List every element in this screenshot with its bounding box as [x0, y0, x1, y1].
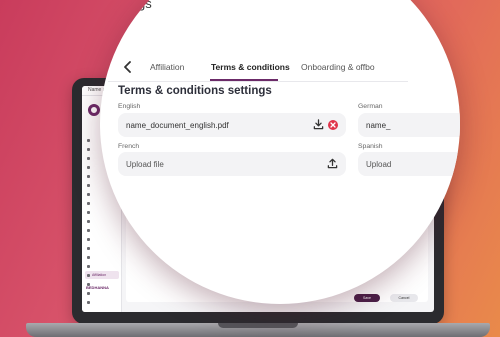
mini-sidebar-item-icon [87, 147, 90, 151]
mini-sidebar-item-icon [87, 201, 90, 205]
mini-sidebar-item-icon [87, 246, 90, 250]
mini-sidebar-item-icon [87, 183, 90, 187]
spanish-upload-field[interactable]: Upload [358, 152, 460, 176]
section-title: Terms & conditions settings [118, 85, 272, 97]
mini-sidebar-item-icon [87, 273, 90, 277]
mini-sidebar-item-icon [87, 219, 90, 223]
tab-affiliation[interactable]: Affiliation [150, 62, 184, 72]
mini-sidebar-item-icon [87, 210, 90, 214]
mini-sidebar-item-icon [87, 264, 90, 268]
mini-sidebar-item-icon [87, 156, 90, 160]
chevron-left-icon[interactable] [122, 60, 134, 74]
spanish-label: Spanish [358, 143, 383, 150]
download-icon[interactable] [313, 119, 324, 130]
mini-sidebar-item-icon [87, 138, 90, 142]
page-title: gs [138, 0, 152, 11]
close-circle-icon[interactable] [328, 119, 338, 130]
german-label: German [358, 103, 383, 110]
spanish-upload-text: Upload [366, 159, 392, 169]
mini-sidebar-item-icon [87, 255, 90, 259]
french-upload-text: Upload file [126, 159, 164, 169]
upload-icon[interactable] [327, 158, 338, 169]
english-label: English [118, 103, 141, 110]
laptop-notch [218, 323, 298, 328]
close-icon [330, 121, 336, 128]
english-file-name: name_document_english.pdf [126, 120, 229, 130]
tab-terms-conditions[interactable]: Terms & conditions [211, 62, 290, 72]
german-file-field[interactable]: name_ [358, 113, 460, 137]
active-tab-indicator [210, 79, 278, 81]
english-file-field[interactable]: name_document_english.pdf [118, 113, 346, 137]
french-upload-field[interactable]: Upload file [118, 152, 346, 176]
english-field-actions [313, 119, 338, 130]
mini-sidebar-item-icon [87, 165, 90, 169]
magnified-view: gs Affiliation Terms & conditions Onboar… [100, 0, 460, 304]
mini-sidebar-item-icon [87, 291, 90, 295]
german-file-name: name_ [366, 120, 391, 130]
french-label: French [118, 143, 140, 150]
mini-sidebar-item-icon [87, 237, 90, 241]
mini-sidebar-item-icon [87, 174, 90, 178]
mini-logo-icon [88, 104, 100, 116]
mini-sidebar-item-icon [87, 300, 90, 304]
mini-sidebar-item-icon [87, 192, 90, 196]
mini-sidebar-item-icon [87, 228, 90, 232]
tab-bar: Affiliation Terms & conditions Onboardin… [108, 54, 408, 82]
tab-onboarding-offboarding[interactable]: Onboarding & offbo [301, 62, 375, 72]
magnifier-circle: gs Affiliation Terms & conditions Onboar… [100, 0, 460, 304]
french-field-actions [327, 158, 338, 169]
